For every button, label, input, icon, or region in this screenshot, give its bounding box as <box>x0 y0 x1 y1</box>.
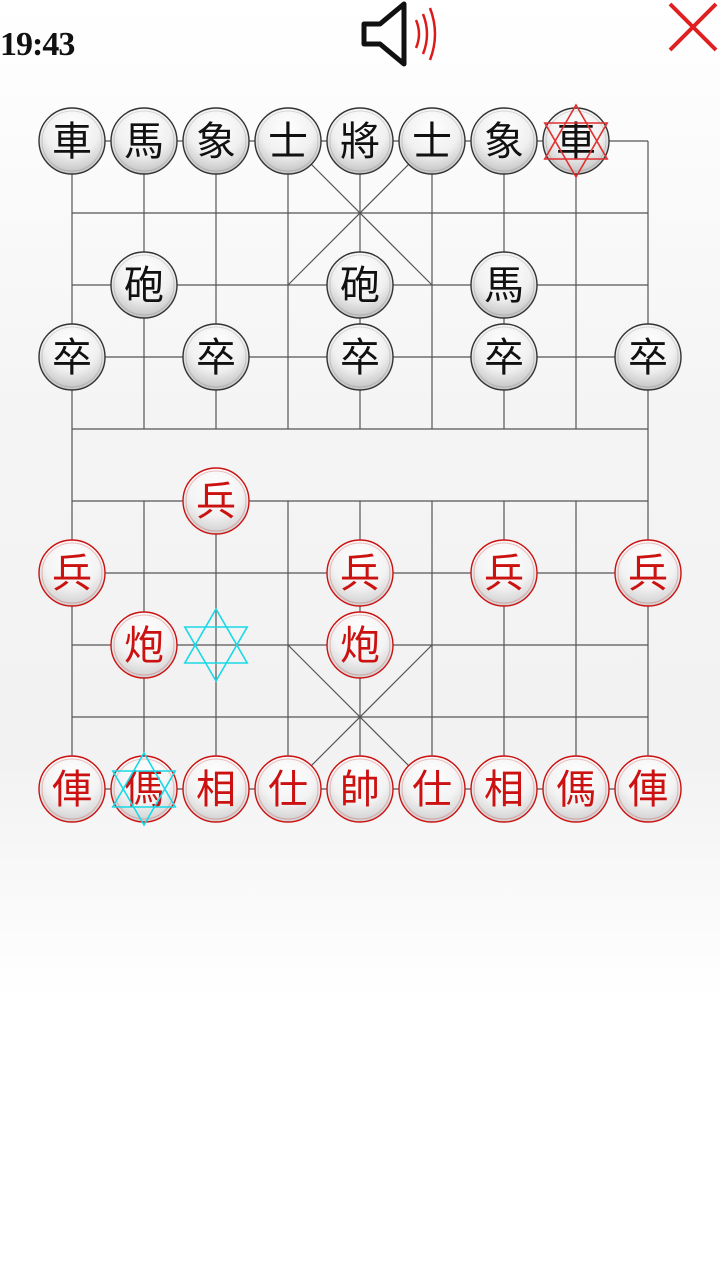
piece-label: 將 <box>340 119 380 165</box>
piece-label: 車 <box>556 119 596 165</box>
red-piece[interactable]: 兵 <box>326 539 394 607</box>
piece-label: 傌 <box>124 767 164 813</box>
piece-label: 馬 <box>124 119 164 165</box>
black-piece[interactable]: 卒 <box>470 323 538 391</box>
black-piece[interactable]: 馬 <box>470 251 538 319</box>
piece-label: 俥 <box>628 767 668 813</box>
piece-label: 馬 <box>484 263 524 309</box>
red-piece[interactable]: 仕 <box>398 755 466 823</box>
piece-label: 俥 <box>52 767 92 813</box>
black-piece[interactable]: 馬 <box>110 107 178 175</box>
piece-label: 車 <box>52 119 92 165</box>
board-grid <box>71 140 649 790</box>
black-piece[interactable]: 士 <box>254 107 322 175</box>
red-piece[interactable]: 兵 <box>38 539 106 607</box>
piece-label: 兵 <box>484 551 524 597</box>
red-piece[interactable]: 帥 <box>326 755 394 823</box>
black-piece[interactable]: 士 <box>398 107 466 175</box>
piece-label: 象 <box>484 119 524 165</box>
piece-label: 卒 <box>340 335 380 381</box>
red-piece[interactable]: 俥 <box>614 755 682 823</box>
piece-label: 兵 <box>628 551 668 597</box>
black-piece[interactable]: 卒 <box>182 323 250 391</box>
black-piece[interactable]: 卒 <box>38 323 106 391</box>
piece-label: 士 <box>268 119 308 165</box>
red-piece[interactable]: 相 <box>182 755 250 823</box>
red-piece[interactable]: 仕 <box>254 755 322 823</box>
black-piece[interactable]: 砲 <box>110 251 178 319</box>
piece-label: 相 <box>196 767 236 813</box>
black-piece[interactable]: 卒 <box>326 323 394 391</box>
black-piece[interactable]: 將 <box>326 107 394 175</box>
piece-label: 仕 <box>412 767 452 813</box>
red-piece[interactable]: 傌 <box>542 755 610 823</box>
piece-label: 砲 <box>340 263 380 309</box>
red-piece[interactable]: 傌 <box>110 755 178 823</box>
piece-label: 卒 <box>484 335 524 381</box>
black-piece[interactable]: 砲 <box>326 251 394 319</box>
piece-label: 卒 <box>628 335 668 381</box>
red-piece[interactable]: 炮 <box>326 611 394 679</box>
piece-label: 象 <box>196 119 236 165</box>
piece-label: 卒 <box>52 335 92 381</box>
piece-label: 仕 <box>268 767 308 813</box>
black-piece[interactable]: 車 <box>542 107 610 175</box>
piece-label: 相 <box>484 767 524 813</box>
piece-label: 兵 <box>52 551 92 597</box>
piece-label: 卒 <box>196 335 236 381</box>
red-piece[interactable]: 兵 <box>182 467 250 535</box>
black-piece[interactable]: 象 <box>470 107 538 175</box>
black-piece[interactable]: 卒 <box>614 323 682 391</box>
black-piece[interactable]: 車 <box>38 107 106 175</box>
black-piece[interactable]: 象 <box>182 107 250 175</box>
piece-label: 兵 <box>340 551 380 597</box>
red-piece[interactable]: 俥 <box>38 755 106 823</box>
red-piece[interactable]: 兵 <box>470 539 538 607</box>
piece-label: 炮 <box>340 623 380 669</box>
piece-label: 士 <box>412 119 452 165</box>
piece-label: 炮 <box>124 623 164 669</box>
xiangqi-board[interactable]: 車馬象士將士象車砲砲馬卒卒卒卒卒兵兵兵兵兵炮 炮俥傌相仕帥仕相傌俥 <box>0 0 720 860</box>
red-piece[interactable]: 炮 <box>110 611 178 679</box>
red-piece[interactable]: 兵 <box>614 539 682 607</box>
piece-label: 帥 <box>340 767 380 813</box>
piece-label: 砲 <box>124 263 164 309</box>
piece-label: 兵 <box>196 479 236 525</box>
red-piece[interactable]: 相 <box>470 755 538 823</box>
piece-label: 傌 <box>556 767 596 813</box>
